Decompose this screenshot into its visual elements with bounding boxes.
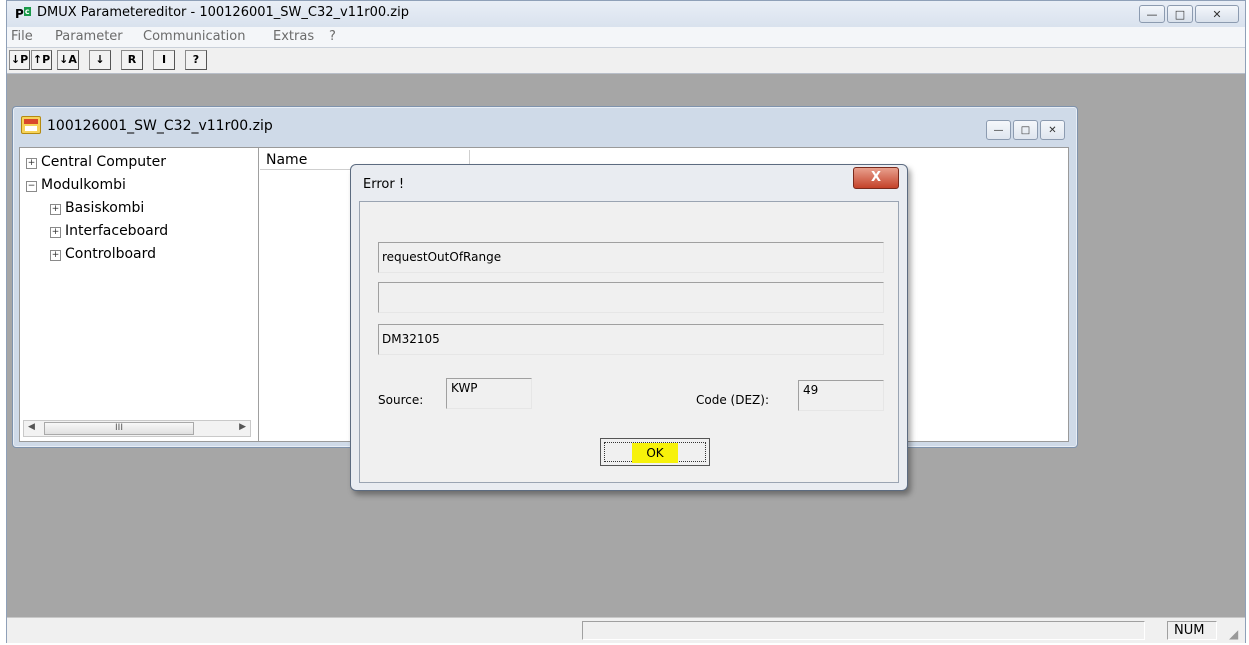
menu-extras[interactable]: Extras xyxy=(273,29,314,44)
error-detail-field xyxy=(378,282,884,313)
download-a-button[interactable]: ↓A xyxy=(57,50,79,70)
menu-parameter[interactable]: Parameter xyxy=(55,29,123,44)
error-code-id-field: DM32105 xyxy=(378,324,884,355)
dialog-close-button[interactable]: X xyxy=(853,167,899,189)
expand-icon[interactable]: + xyxy=(26,158,37,169)
app-p-icon[interactable]: Pc xyxy=(15,7,33,21)
error-dialog: Error ! X requestOutOfRange DM32105 Sour… xyxy=(350,164,908,491)
tree-horizontal-scrollbar[interactable]: ◀ III ▶ xyxy=(23,420,251,437)
doc-maximize-button[interactable]: □ xyxy=(1013,120,1038,140)
menu-help[interactable]: ? xyxy=(329,29,336,44)
resize-grip-icon[interactable]: ◢ xyxy=(1229,627,1243,641)
reset-button[interactable]: R xyxy=(121,50,143,70)
dialog-title: Error ! xyxy=(363,177,405,192)
minimize-icon: — xyxy=(1146,7,1158,21)
scroll-left-icon[interactable]: ◀ xyxy=(28,422,35,432)
download-button[interactable]: ↓ xyxy=(89,50,111,70)
minimize-icon: — xyxy=(993,124,1004,136)
source-field: KWP xyxy=(446,378,532,409)
maximize-button[interactable]: □ xyxy=(1167,5,1193,23)
doc-close-button[interactable]: ✕ xyxy=(1040,120,1065,140)
tree-item-controlboard[interactable]: + Controlboard xyxy=(50,246,156,262)
code-label: Code (DEZ): xyxy=(696,393,769,407)
tree-item-modulkombi[interactable]: − Modulkombi xyxy=(26,177,126,193)
help-button[interactable]: ? xyxy=(185,50,207,70)
tree-item-label: Central Computer xyxy=(41,154,167,170)
tree-item-interfaceboard[interactable]: + Interfaceboard xyxy=(50,223,168,239)
ok-button-label: OK xyxy=(632,443,678,463)
status-bar: NUM ◢ xyxy=(7,617,1245,643)
status-pane-main xyxy=(582,621,1145,640)
window-title: DMUX Parametereditor - 100126001_SW_C32_… xyxy=(37,5,409,20)
ok-button[interactable]: OK xyxy=(600,438,710,466)
download-parameter-button[interactable]: ↓P xyxy=(9,50,30,70)
tree-item-central-computer[interactable]: + Central Computer xyxy=(26,154,166,170)
close-icon: ✕ xyxy=(1048,124,1057,136)
collapse-icon[interactable]: − xyxy=(26,181,37,192)
close-icon: X xyxy=(870,170,882,185)
source-label: Source: xyxy=(378,393,424,407)
close-button[interactable]: ✕ xyxy=(1195,5,1239,23)
tree-view: + Central Computer − Modulkombi + Basiskomb… xyxy=(20,148,259,441)
help-icon: ? xyxy=(192,53,200,66)
minimize-button[interactable]: — xyxy=(1139,5,1165,23)
tree-item-basiskombi[interactable]: + Basiskombi xyxy=(50,200,144,216)
dialog-client: requestOutOfRange DM32105 Source: KWP Co… xyxy=(359,201,899,483)
code-field: 49 xyxy=(798,380,884,411)
title-bar[interactable]: Pc DMUX Parametereditor - 100126001_SW_C… xyxy=(7,1,1245,27)
expand-icon[interactable]: + xyxy=(50,250,61,261)
document-title-bar[interactable]: 100126001_SW_C32_v11r00.zip — □ ✕ xyxy=(13,107,1077,141)
close-icon: ✕ xyxy=(1212,7,1222,21)
document-icon xyxy=(21,116,41,134)
expand-icon[interactable]: + xyxy=(50,204,61,215)
upload-parameter-button[interactable]: ↑P xyxy=(31,50,52,70)
scroll-right-icon[interactable]: ▶ xyxy=(239,422,246,432)
doc-minimize-button[interactable]: — xyxy=(986,120,1011,140)
menu-file[interactable]: File xyxy=(11,29,33,44)
status-num: NUM xyxy=(1167,621,1217,640)
info-button[interactable]: I xyxy=(153,50,175,70)
expand-icon[interactable]: + xyxy=(50,227,61,238)
menu-communication[interactable]: Communication xyxy=(143,29,245,44)
scroll-thumb[interactable]: III xyxy=(44,422,194,435)
toolbar: ↓P ↑P ↓A ↓ R I ? xyxy=(7,48,1245,74)
maximize-icon: □ xyxy=(1174,7,1186,21)
error-message-field: requestOutOfRange xyxy=(378,242,884,273)
tree-item-label: Controlboard xyxy=(65,246,157,262)
document-title: 100126001_SW_C32_v11r00.zip xyxy=(47,118,273,134)
tree-item-label: Modulkombi xyxy=(41,177,126,193)
tree-item-label: Basiskombi xyxy=(65,200,145,216)
menu-bar: File Parameter Communication Extras ? xyxy=(7,27,1245,48)
maximize-icon: □ xyxy=(1020,124,1031,136)
tree-item-label: Interfaceboard xyxy=(65,223,169,239)
